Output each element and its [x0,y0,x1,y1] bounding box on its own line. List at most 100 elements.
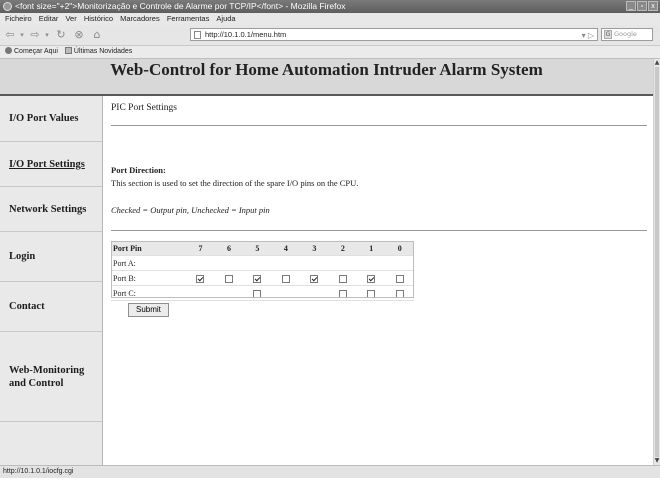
menu-view[interactable]: Ver [65,13,76,25]
pin-cell [243,285,272,301]
column-header-pin: 6 [214,241,244,256]
port-direction-label: Port Direction: [111,165,166,175]
pin-cell [328,285,358,301]
column-header-pin: 7 [186,241,215,256]
search-box[interactable]: G Google [601,28,653,41]
menu-history[interactable]: Histórico [84,13,113,25]
pin-checkbox[interactable] [395,274,404,283]
pin-checkbox[interactable] [367,289,376,298]
port-pin-table: Port Pin 7 6 5 4 3 2 1 0 Port A: Port B: P… [111,241,414,301]
scroll-up-arrow-icon[interactable]: ▲ [654,60,660,66]
submit-button[interactable]: Submit [128,303,169,317]
column-header-pin: 2 [328,241,358,256]
nav-io-port-values[interactable]: I/O Port Values [0,96,102,142]
back-dropdown-icon[interactable]: ▾ [18,28,26,42]
address-url: http://10.1.0.1/menu.htm [205,30,287,39]
column-header-pin: 1 [357,241,386,256]
back-arrow-icon[interactable]: ⇦ [3,28,17,42]
menu-tools[interactable]: Ferramentas [167,13,210,25]
port-row-label: Port A: [111,255,187,271]
nav-label: Web-Monitoring and Control [9,364,85,389]
pin-checkbox[interactable] [367,274,376,283]
minimize-button[interactable]: _ [626,1,636,11]
pin-checkbox[interactable] [395,289,404,298]
window-title: <font size="+2">Monitorização e Controle… [15,1,346,11]
menu-bookmarks[interactable]: Marcadores [120,13,160,25]
bookmark-latest-headlines[interactable]: Últimas Novidades [64,46,132,58]
pin-checkbox[interactable] [338,289,347,298]
status-text: http://10.1.0.1/iocfg.cgi [3,468,74,475]
google-icon: G [604,30,612,39]
menu-file[interactable]: Ficheiro [5,13,32,25]
pin-cell [300,270,329,286]
nav-network-settings[interactable]: Network Settings [0,187,102,232]
checkbox-legend: Checked = Output pin, Unchecked = Input … [111,205,270,215]
pin-cell [357,285,386,301]
port-direction-description: This section is used to set the directio… [111,178,359,188]
pin-cell [214,270,244,286]
pin-checkbox[interactable] [224,274,233,283]
search-placeholder: Google [614,30,637,38]
table-row: Port C: [111,285,414,301]
nav-login[interactable]: Login [0,232,102,282]
pin-cell [385,255,414,271]
divider [111,230,647,231]
forward-dropdown-icon[interactable]: ▾ [43,28,51,42]
pin-cell [385,270,414,286]
forward-arrow-icon[interactable]: ⇨ [28,28,42,42]
scrollbar-thumb[interactable] [655,67,659,457]
page-header: Web-Control for Home Automation Intruder… [0,59,653,96]
pin-cell [271,270,301,286]
rss-feed-icon [64,47,72,54]
bookmarks-bar: Começar Aqui Últimas Novidades [0,46,660,59]
nav-io-port-settings[interactable]: I/O Port Settings [0,142,102,187]
pin-cell [357,270,386,286]
stop-icon[interactable]: ⊗ [72,28,86,42]
column-header-pin: 3 [300,241,329,256]
pin-cell [271,285,301,301]
pin-checkbox[interactable] [281,274,290,283]
nav-label: I/O Port Values [9,113,79,124]
pin-cell [328,270,358,286]
divider [111,125,647,126]
nav-contact[interactable]: Contact [0,282,102,332]
firefox-icon [3,2,12,11]
pin-checkbox[interactable] [196,274,205,283]
pin-checkbox[interactable] [310,274,319,283]
pin-checkbox[interactable] [338,274,347,283]
pin-cell [214,255,244,271]
close-button[interactable]: x [648,1,658,11]
bookmark-getting-started[interactable]: Começar Aqui [5,46,58,58]
address-bar[interactable]: http://10.1.0.1/menu.htm ▾ ▷ [190,28,598,41]
reload-icon[interactable]: ↻ [54,28,68,42]
pin-cell [243,255,272,271]
table-row: Port B: [111,270,414,286]
scroll-down-arrow-icon[interactable]: ▼ [654,458,660,464]
maximize-button[interactable]: ▫ [637,1,647,11]
window-titlebar: <font size="+2">Monitorização e Controle… [0,0,660,13]
menu-edit[interactable]: Editar [39,13,59,25]
status-bar: http://10.1.0.1/iocfg.cgi [0,465,660,478]
pin-cell [328,255,358,271]
vertical-scrollbar[interactable]: ▲ ▼ [653,59,660,465]
column-header-pin: 0 [385,241,414,256]
pin-checkbox[interactable] [253,289,262,298]
column-header-port-pin: Port Pin [111,241,187,256]
section-title: PIC Port Settings [111,103,177,113]
left-nav: I/O Port Values I/O Port Settings Networ… [0,96,103,465]
menu-help[interactable]: Ajuda [216,13,235,25]
pin-cell [243,270,272,286]
column-header-pin: 4 [271,241,301,256]
menu-bar: Ficheiro Editar Ver Histórico Marcadores… [0,13,660,25]
pin-cell [357,255,386,271]
pin-cell [300,285,329,301]
home-icon[interactable]: ⌂ [90,28,104,42]
go-arrow-icon[interactable]: ▾ ▷ [582,30,594,41]
port-row-label: Port C: [111,285,187,301]
table-row: Port A: [111,255,414,271]
nav-web-monitoring[interactable]: Web-Monitoring and Control [0,332,102,422]
navigation-toolbar: ⇦ ▾ ⇨ ▾ ↻ ⊗ ⌂ http://10.1.0.1/menu.htm ▾… [0,25,660,46]
bookmark-label: Começar Aqui [14,48,58,55]
pin-checkbox[interactable] [253,274,262,283]
nav-label: Contact [9,301,45,312]
